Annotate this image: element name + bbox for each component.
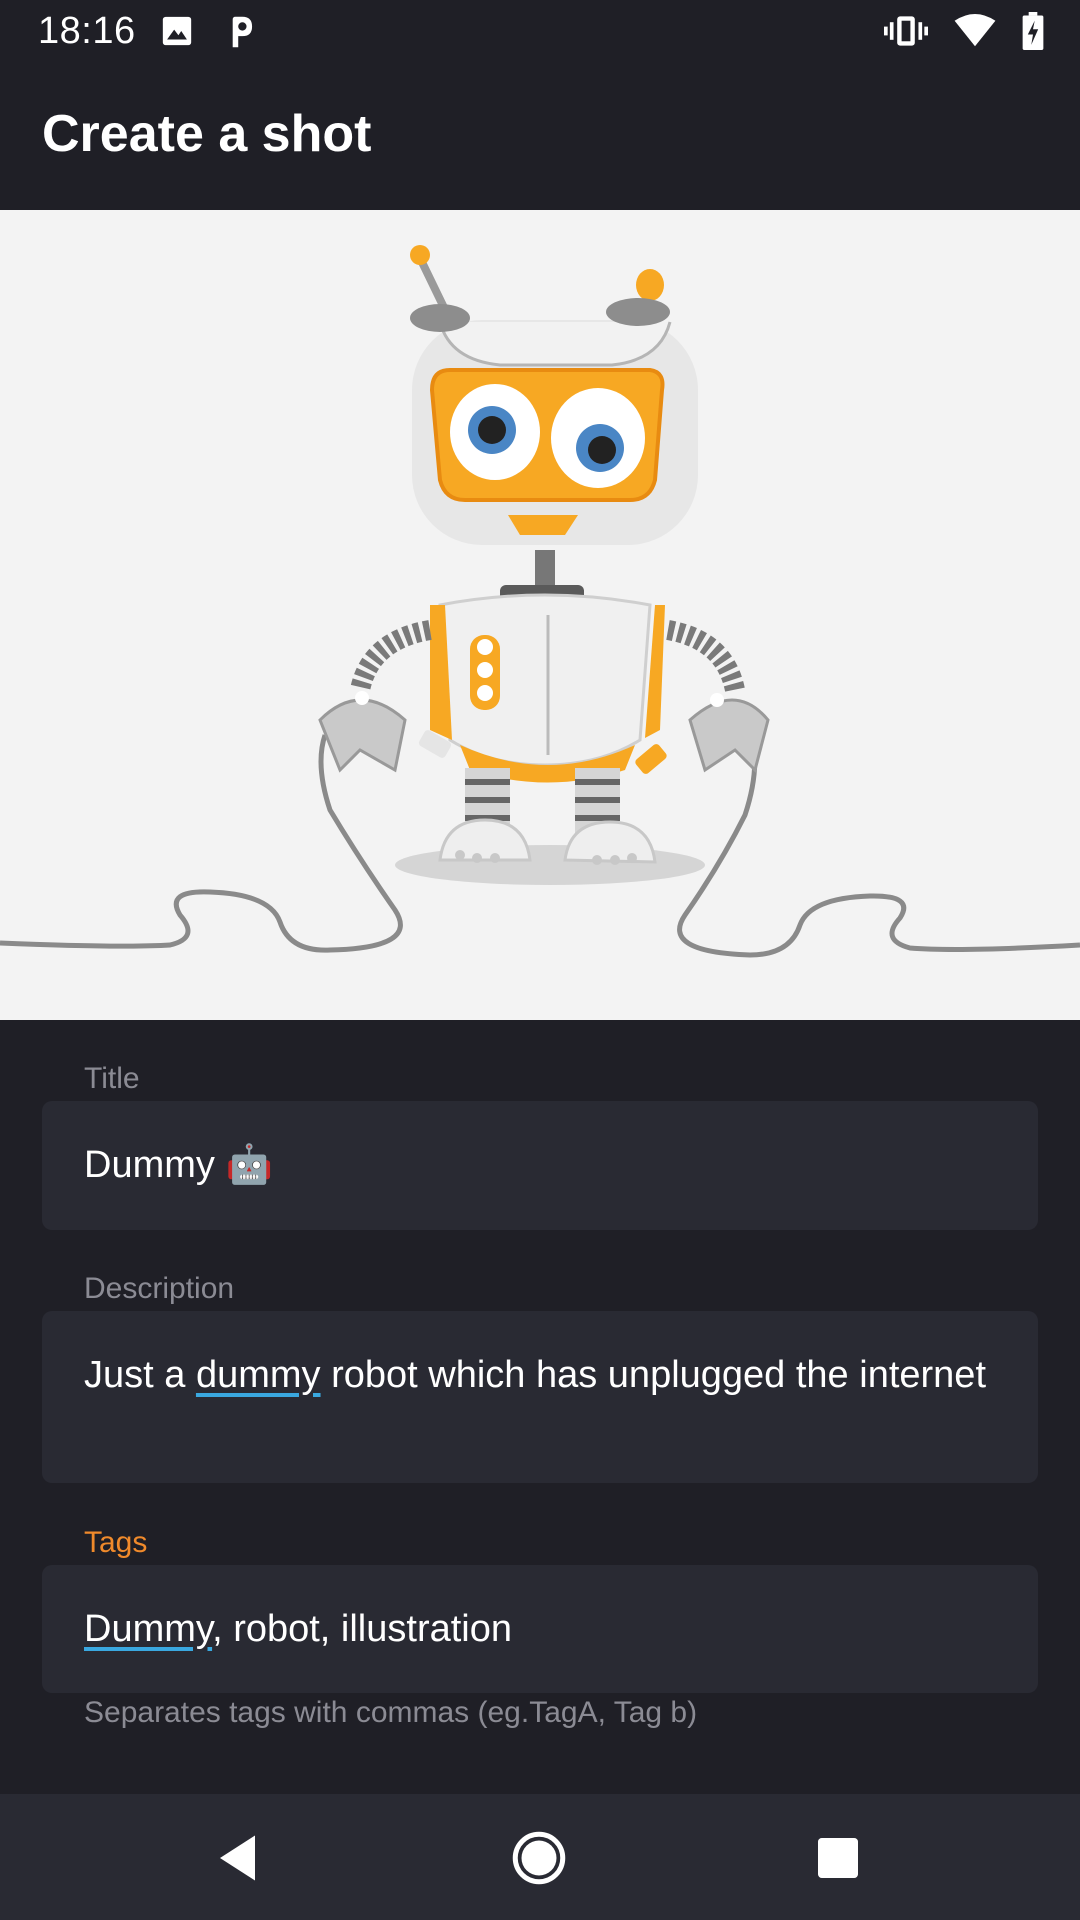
description-value: Just a dummy robot which has unplugged t… (84, 1354, 986, 1396)
title-value: Dummy 🤖 (84, 1144, 273, 1186)
tags-field[interactable]: Dummy, robot, illustration (42, 1565, 1038, 1693)
tags-label: Tags (84, 1526, 148, 1559)
spellcheck-word: dummy (195, 1354, 321, 1396)
shot-image[interactable] (0, 210, 1080, 1020)
battery-charging-icon (1022, 12, 1044, 55)
image-icon (160, 14, 194, 55)
back-icon[interactable] (210, 1828, 270, 1888)
parking-icon (224, 14, 258, 55)
description-field[interactable]: Just a dummy robot which has unplugged t… (42, 1311, 1038, 1483)
home-icon[interactable] (509, 1828, 569, 1888)
recents-icon[interactable] (808, 1828, 868, 1888)
tags-helper-text: Separates tags with commas (eg.TagA, Tag… (84, 1696, 698, 1729)
title-field[interactable]: Dummy 🤖 (42, 1101, 1038, 1230)
vibrate-icon (884, 13, 928, 54)
title-label: Title (84, 1062, 140, 1095)
system-nav-bar (0, 1794, 1080, 1920)
page-title: Create a shot (42, 105, 372, 163)
tags-value: Dummy, robot, illustration (84, 1608, 512, 1650)
status-time: 18:16 (38, 10, 136, 52)
description-label: Description (84, 1272, 235, 1305)
status-bar: 18:16 (0, 0, 1080, 64)
robot-illustration (0, 245, 1080, 958)
wifi-icon (954, 14, 996, 53)
app-bar: Create a shot (0, 64, 1080, 210)
spellcheck-word: Dummy (84, 1608, 213, 1650)
